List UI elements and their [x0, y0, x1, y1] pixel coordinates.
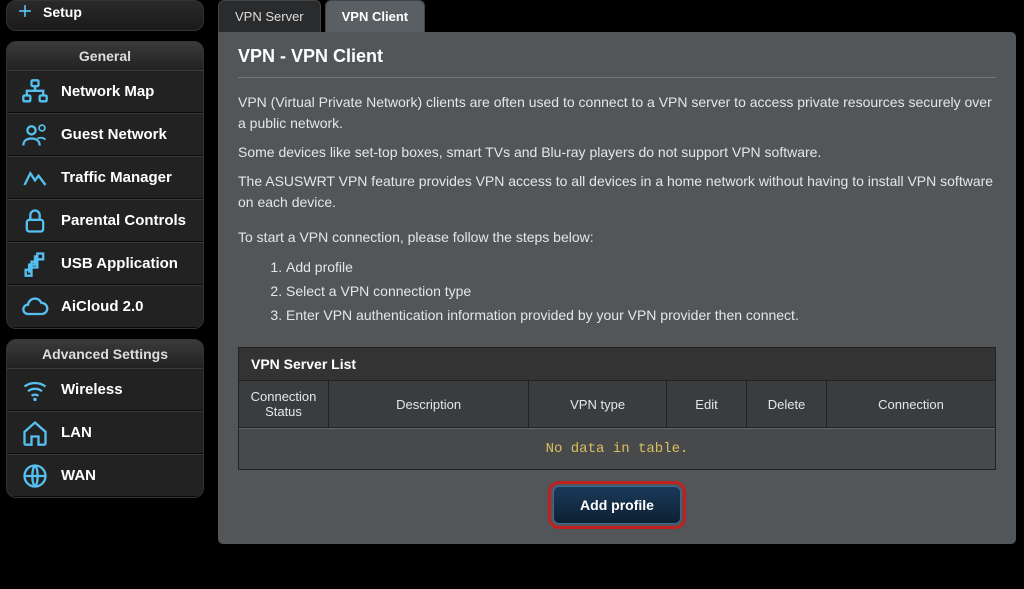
step-item: Enter VPN authentication information pro… [286, 304, 996, 328]
sidebar-item-label: Wireless [61, 381, 123, 398]
network-map-icon [21, 78, 49, 106]
add-profile-button[interactable]: Add profile [553, 486, 681, 524]
sidebar-item-wireless[interactable]: Wireless [7, 368, 203, 411]
steps-intro: To start a VPN connection, please follow… [238, 227, 996, 248]
sidebar-item-usb-application[interactable]: USB Application [7, 242, 203, 285]
sidebar-item-setup[interactable]: Setup [7, 1, 203, 30]
sidebar-item-label: Traffic Manager [61, 169, 172, 186]
setup-icon [15, 1, 35, 21]
tab-vpn-server[interactable]: VPN Server [218, 0, 321, 32]
th-connection: Connection [827, 381, 995, 428]
sidebar-item-traffic-manager[interactable]: Traffic Manager [7, 156, 203, 199]
description-text: Some devices like set-top boxes, smart T… [238, 142, 996, 163]
main-content: VPN Server VPN Client VPN - VPN Client V… [210, 0, 1024, 589]
sidebar-item-label: AiCloud 2.0 [61, 298, 144, 315]
step-item: Add profile [286, 256, 996, 280]
sidebar-header-advanced: Advanced Settings [7, 340, 203, 368]
description-text: The ASUSWRT VPN feature provides VPN acc… [238, 171, 996, 213]
table-header-row: Connection Status Description VPN type E… [239, 381, 995, 428]
globe-icon [21, 462, 49, 490]
tab-vpn-client[interactable]: VPN Client [325, 0, 425, 32]
wireless-icon [21, 376, 49, 404]
table-title: VPN Server List [239, 348, 995, 381]
th-delete: Delete [747, 381, 827, 428]
lock-icon [21, 207, 49, 235]
description-text: VPN (Virtual Private Network) clients ar… [238, 92, 996, 134]
sidebar: Setup General Network Map Guest Network [0, 0, 210, 589]
sidebar-item-label: Setup [43, 4, 82, 20]
sidebar-item-aicloud[interactable]: AiCloud 2.0 [7, 285, 203, 328]
home-icon [21, 419, 49, 447]
sidebar-item-wan[interactable]: WAN [7, 454, 203, 497]
sidebar-item-network-map[interactable]: Network Map [7, 70, 203, 113]
sidebar-item-label: Network Map [61, 83, 154, 100]
traffic-manager-icon [21, 164, 49, 192]
sidebar-item-guest-network[interactable]: Guest Network [7, 113, 203, 156]
sidebar-item-label: WAN [61, 467, 96, 484]
sidebar-section-general: General Network Map Guest Network Traffi… [6, 41, 204, 329]
table-empty-message: No data in table. [239, 428, 995, 469]
page-title: VPN - VPN Client [238, 46, 996, 78]
th-vpn-type: VPN type [529, 381, 667, 428]
th-description: Description [329, 381, 529, 428]
sidebar-item-parental-controls[interactable]: Parental Controls [7, 199, 203, 242]
step-item: Select a VPN connection type [286, 280, 996, 304]
vpn-server-list-table: VPN Server List Connection Status Descri… [238, 347, 996, 470]
guest-network-icon [21, 121, 49, 149]
th-edit: Edit [667, 381, 747, 428]
usb-application-icon [21, 250, 49, 278]
cloud-icon [21, 293, 49, 321]
sidebar-section-advanced: Advanced Settings Wireless LAN WAN [6, 339, 204, 498]
sidebar-header-general: General [7, 42, 203, 70]
th-connection-status: Connection Status [239, 381, 329, 428]
sidebar-item-label: Parental Controls [61, 212, 186, 229]
sidebar-item-label: Guest Network [61, 126, 167, 143]
tabs: VPN Server VPN Client [218, 0, 1016, 32]
sidebar-item-label: LAN [61, 424, 92, 441]
steps-list: Add profile Select a VPN connection type… [286, 256, 996, 327]
panel-vpn-client: VPN - VPN Client VPN (Virtual Private Ne… [218, 32, 1016, 544]
sidebar-item-lan[interactable]: LAN [7, 411, 203, 454]
sidebar-item-label: USB Application [61, 255, 178, 272]
